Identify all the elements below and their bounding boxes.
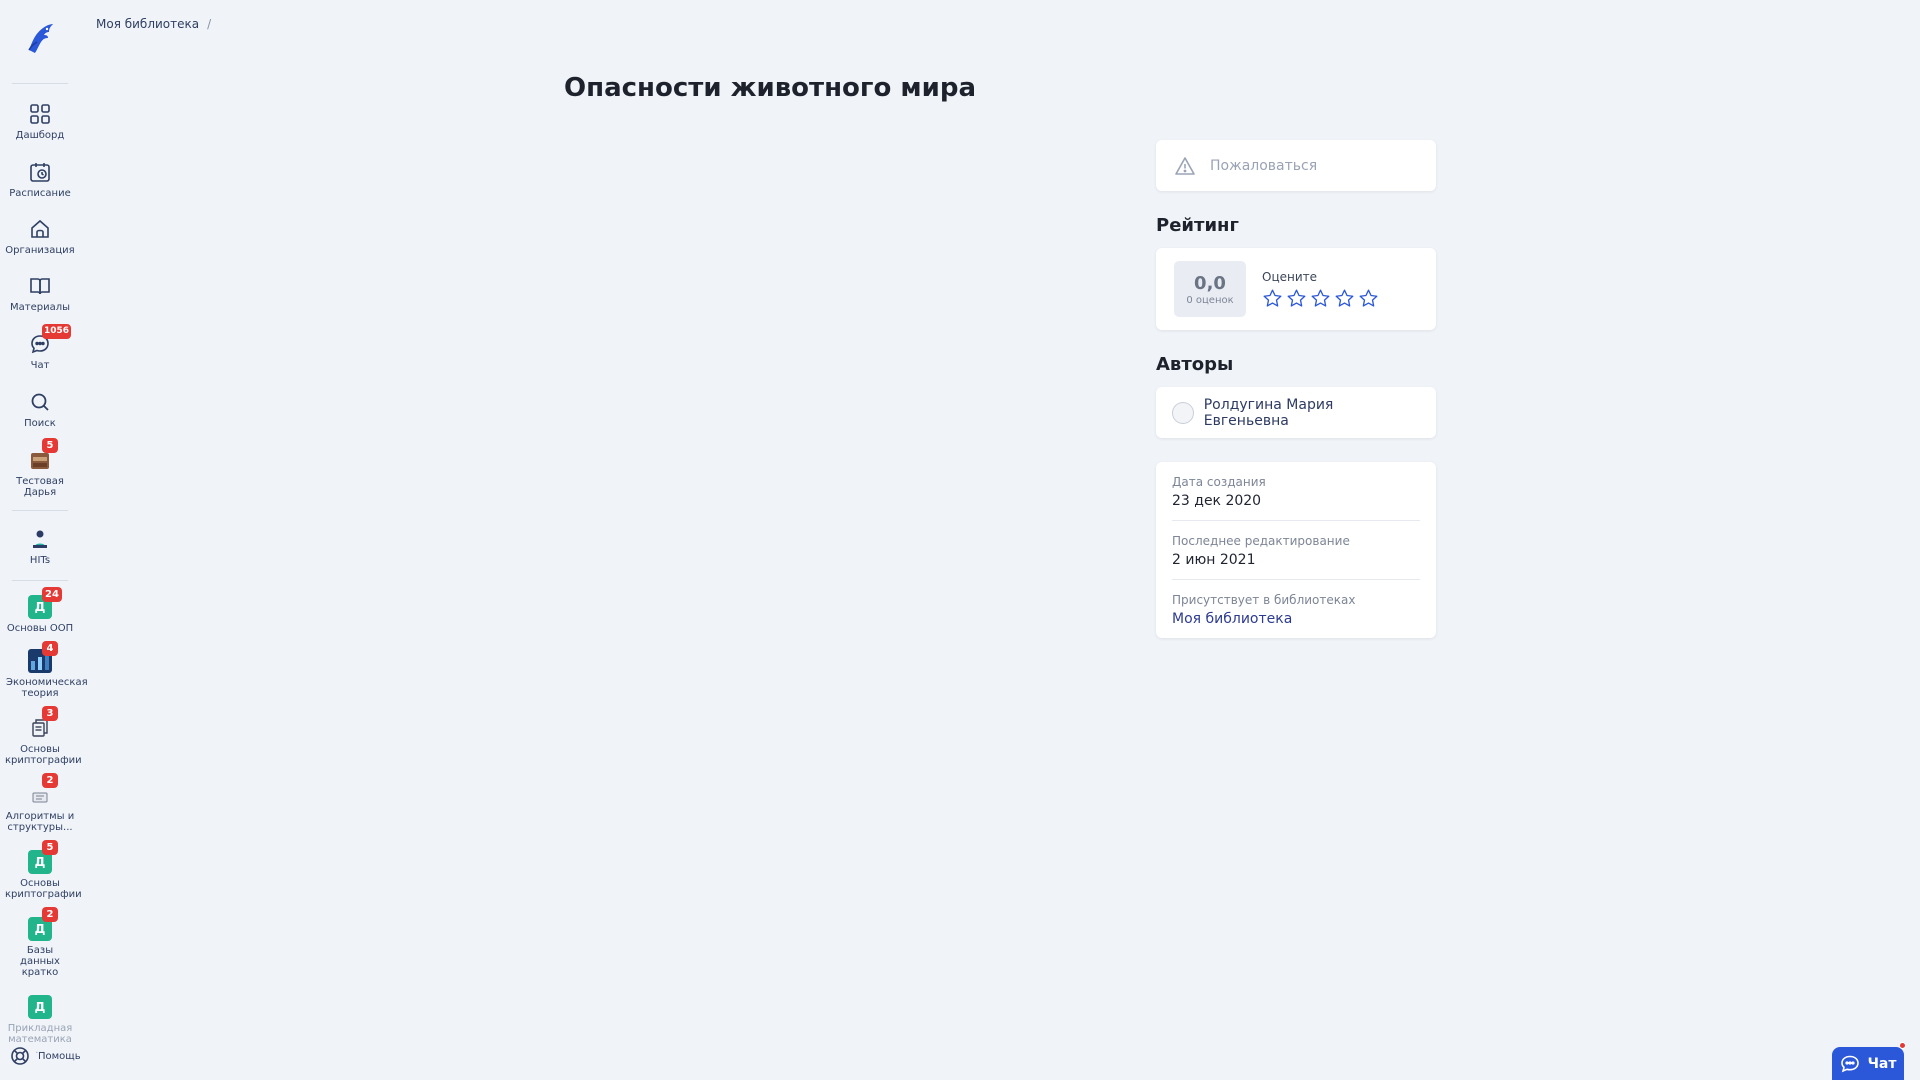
rating-card: 0,0 0 оценок Оцените bbox=[1156, 248, 1436, 330]
nav-label: Тестовая Дарья bbox=[16, 476, 64, 498]
course-label: Основы ООП bbox=[6, 623, 74, 634]
nav-label: Дашборд bbox=[15, 130, 65, 141]
breadcrumb: Моя библиотека / bbox=[96, 17, 211, 31]
info-row-libraries: Присутствует в библиотеках Моя библиотек… bbox=[1172, 580, 1420, 638]
star-icon[interactable] bbox=[1358, 288, 1379, 309]
breadcrumb-link[interactable]: Моя библиотека bbox=[96, 17, 199, 31]
nav-label: Материалы bbox=[10, 302, 70, 313]
author-name: Ролдугина Мария Евгеньевна bbox=[1203, 396, 1334, 429]
nav-search[interactable]: Поиск bbox=[0, 390, 80, 429]
nav-dashboard[interactable]: Дашборд bbox=[0, 102, 80, 141]
info-label: Последнее редактирование bbox=[1172, 534, 1350, 548]
author-avatar bbox=[1172, 401, 1194, 424]
nav-hits[interactable]: HITs bbox=[0, 527, 80, 566]
course-badge: 4 bbox=[42, 641, 58, 656]
lifebuoy-icon bbox=[11, 1047, 29, 1065]
nav-profile[interactable]: 5 Тестовая Дарья bbox=[0, 438, 80, 498]
complain-label: Пожаловаться bbox=[1210, 157, 1318, 174]
info-label: Присутствует в библиотеках bbox=[1172, 593, 1356, 607]
sidebar-divider bbox=[12, 510, 68, 511]
nav-label: Расписание bbox=[9, 188, 71, 199]
course-label: Основы криптографии bbox=[5, 744, 82, 766]
nav-label: Поиск bbox=[24, 418, 56, 429]
course-item[interactable]: 2 Алгоритмы и структуры... bbox=[0, 773, 80, 833]
nav-label: Организация bbox=[5, 245, 75, 256]
rating-title: Рейтинг bbox=[1156, 215, 1239, 236]
nav-materials[interactable]: Материалы bbox=[0, 274, 80, 313]
course-badge: 24 bbox=[42, 587, 62, 602]
rate-widget: Оцените bbox=[1262, 270, 1379, 309]
star-rating bbox=[1262, 288, 1379, 309]
rate-label: Оцените bbox=[1262, 269, 1318, 284]
info-row-created: Дата создания 23 дек 2020 bbox=[1172, 462, 1420, 521]
hits-icon bbox=[28, 527, 52, 551]
nav-organization[interactable]: Организация bbox=[0, 217, 80, 256]
course-item[interactable]: 3 Основы криптографии bbox=[0, 706, 82, 766]
info-value: 23 дек 2020 bbox=[1172, 493, 1262, 509]
course-badge: 2 bbox=[42, 773, 58, 788]
star-icon[interactable] bbox=[1262, 288, 1283, 309]
logo-icon[interactable] bbox=[22, 20, 58, 56]
document-icon bbox=[32, 719, 48, 737]
profile-badge: 5 bbox=[42, 438, 58, 453]
course-label: Основы криптографии bbox=[5, 878, 82, 900]
sidebar: Дашборд Расписание Организация Материалы bbox=[0, 0, 88, 1080]
course-label: Экономическая теория bbox=[6, 677, 88, 699]
star-icon[interactable] bbox=[1334, 288, 1355, 309]
info-label: Дата создания bbox=[1172, 475, 1266, 489]
chat-badge: 1056 bbox=[42, 324, 72, 339]
info-value: 2 июн 2021 bbox=[1172, 552, 1256, 568]
avatar-icon: 5 bbox=[28, 438, 58, 472]
course-badge: 3 bbox=[42, 706, 58, 721]
chat-icon: 1056 bbox=[28, 324, 72, 356]
help-label: Помощь bbox=[38, 1050, 81, 1062]
chat-bubble-icon bbox=[1840, 1055, 1859, 1072]
warning-icon bbox=[1175, 156, 1195, 175]
course-tile-icon: Д bbox=[28, 995, 52, 1019]
breadcrumb-separator: / bbox=[207, 17, 212, 31]
course-item[interactable]: Д 5 Основы криптографии bbox=[0, 840, 82, 900]
calendar-icon bbox=[28, 160, 52, 184]
grid-icon bbox=[28, 102, 52, 126]
nav-label: HITs bbox=[29, 555, 51, 566]
nav-label: Чат bbox=[30, 360, 50, 371]
home-icon bbox=[28, 217, 52, 241]
course-item[interactable]: Д 24 Основы ООП bbox=[0, 587, 80, 634]
course-badge: 2 bbox=[42, 907, 58, 922]
course-label: Базы данных кратко bbox=[20, 945, 60, 978]
sidebar-divider bbox=[12, 580, 68, 581]
sidebar-divider bbox=[12, 83, 68, 84]
author-item[interactable]: Ролдугина Мария Евгеньевна bbox=[1156, 387, 1436, 438]
info-row-edited: Последнее редактирование 2 июн 2021 bbox=[1172, 521, 1420, 580]
authors-title: Авторы bbox=[1156, 354, 1234, 375]
nav-chat[interactable]: 1056 Чат bbox=[0, 324, 80, 371]
help-button[interactable]: Помощь bbox=[10, 1046, 81, 1066]
rating-score-box: 0,0 0 оценок bbox=[1174, 261, 1246, 317]
algorithm-icon bbox=[32, 792, 48, 803]
course-item[interactable]: Д 2 Базы данных кратко bbox=[0, 907, 80, 978]
course-label: Алгоритмы и структуры... bbox=[5, 811, 75, 833]
page-title: Опасности животного мира bbox=[564, 73, 977, 103]
star-icon[interactable] bbox=[1286, 288, 1307, 309]
course-item[interactable]: 4 Экономическая теория bbox=[0, 641, 88, 699]
chat-notification-dot bbox=[1899, 1042, 1906, 1049]
chat-button-label: Чат bbox=[1867, 1055, 1897, 1072]
info-card: Дата создания 23 дек 2020 Последнее реда… bbox=[1156, 462, 1436, 638]
chat-button[interactable]: Чат bbox=[1832, 1042, 1906, 1080]
course-badge: 5 bbox=[42, 840, 58, 855]
complain-button[interactable]: Пожаловаться bbox=[1156, 140, 1436, 191]
details-panel: Пожаловаться Рейтинг 0,0 0 оценок Оценит… bbox=[1156, 140, 1436, 638]
nav-schedule[interactable]: Расписание bbox=[0, 160, 80, 199]
rating-count: 0 оценок bbox=[1186, 294, 1234, 306]
star-icon[interactable] bbox=[1310, 288, 1331, 309]
library-link[interactable]: Моя библиотека bbox=[1172, 611, 1420, 627]
search-icon bbox=[28, 390, 52, 414]
rating-score: 0,0 bbox=[1194, 272, 1226, 294]
book-icon bbox=[28, 274, 52, 298]
